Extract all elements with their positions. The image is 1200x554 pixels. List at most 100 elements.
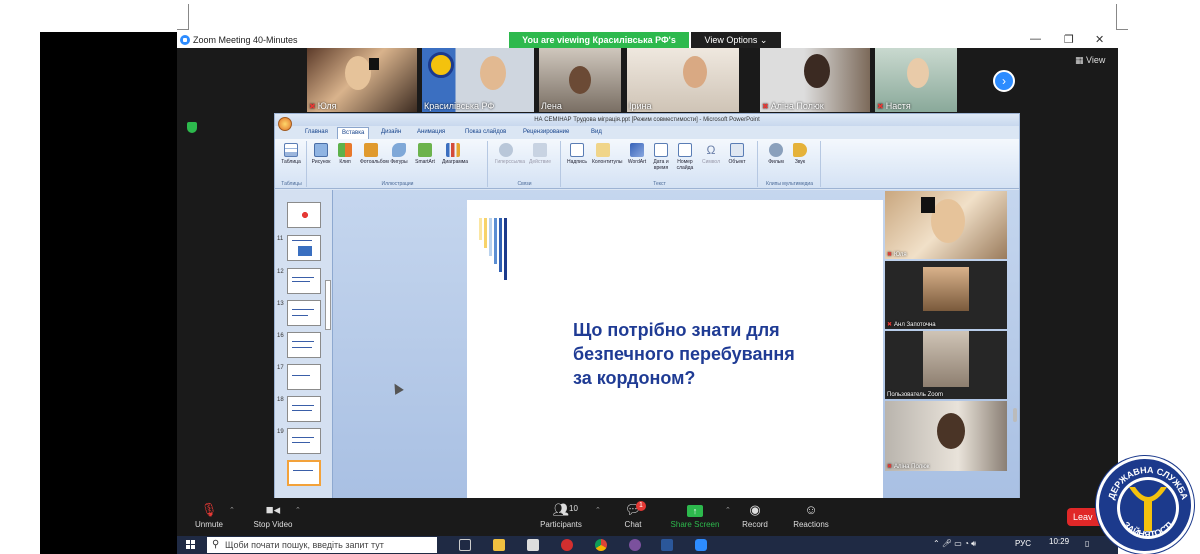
action-button[interactable]: Действие xyxy=(529,143,551,165)
office-button-icon[interactable] xyxy=(278,117,292,131)
chrome-icon[interactable] xyxy=(595,539,607,551)
chat-bubble-icon: 💬︎ xyxy=(624,502,642,517)
shapes-button[interactable]: Фигуры xyxy=(388,143,410,165)
minimize-icon[interactable]: — xyxy=(1030,33,1041,45)
clip-button[interactable]: Клип xyxy=(334,143,356,165)
participant-photo xyxy=(923,267,969,311)
zoom-app-icon[interactable] xyxy=(695,539,707,551)
share-screen-button[interactable]: ↑ Share Screen xyxy=(665,503,725,529)
viber-icon[interactable] xyxy=(629,539,641,551)
speaker-icon xyxy=(793,143,807,157)
chat-button[interactable]: 💬︎ 1 Chat xyxy=(603,501,663,529)
record-button[interactable]: ◉ Record xyxy=(725,503,785,530)
smiley-icon: ☺ xyxy=(804,502,818,517)
participant-name: Аліна Полюк xyxy=(770,101,824,111)
sound-button[interactable]: Звук xyxy=(789,143,811,165)
participant-tile[interactable]: Красилівська РФ xyxy=(422,48,534,112)
slides-pane-scrollbar[interactable] xyxy=(325,280,331,330)
header-footer-button[interactable]: Колонтитулы xyxy=(592,143,622,165)
reactions-button[interactable]: ☺ Reactions xyxy=(781,502,841,530)
table-button[interactable]: Таблица xyxy=(280,143,302,165)
tab-design[interactable]: Дизайн xyxy=(381,129,401,135)
textbox-button[interactable]: Надпись xyxy=(566,143,588,165)
tab-view[interactable]: Вид xyxy=(591,129,602,135)
participant-face xyxy=(345,56,371,90)
wordart-button[interactable]: WordArt xyxy=(626,143,648,165)
file-explorer-icon[interactable] xyxy=(493,539,505,551)
slide-thumbnail[interactable]: 17 xyxy=(277,364,321,390)
input-language[interactable]: РУС xyxy=(1015,539,1031,548)
object-button[interactable]: Объект xyxy=(726,143,748,165)
notifications-icon[interactable]: ▯ xyxy=(1085,539,1089,548)
current-slide[interactable]: Що потрібно знати для безпечного перебув… xyxy=(467,200,883,498)
photo-album-button[interactable]: Фотоальбом xyxy=(360,143,389,165)
window-title: Zoom Meeting 40-Minutes xyxy=(193,35,298,45)
tray-icons[interactable]: ⌃ 🎤︎ ▭ ◔ 🔊︎ xyxy=(933,539,976,549)
gallery-tile[interactable]: ✖ Юля xyxy=(885,191,1007,259)
next-page-arrow-icon[interactable]: › xyxy=(993,70,1015,92)
date-time-button[interactable]: Дата и время xyxy=(650,143,672,171)
clipart-icon xyxy=(338,143,352,157)
participant-face xyxy=(480,56,506,90)
zoom-titlebar: Zoom Meeting 40-Minutes You are viewing … xyxy=(177,32,1118,61)
header-footer-icon xyxy=(596,143,610,157)
view-options-label: View Options xyxy=(704,35,758,45)
zoom-meeting-area: ▦ View ✖Юля Красилівська РФ Лена Ірина xyxy=(177,48,1118,500)
slide-thumbnail[interactable]: 13 xyxy=(277,300,321,326)
video-options-caret-icon[interactable]: ⌃ xyxy=(295,506,301,514)
symbol-button[interactable]: Ω Символ xyxy=(700,143,722,165)
slide-thumbnail[interactable]: 12 xyxy=(277,268,321,294)
shapes-icon xyxy=(392,143,406,157)
gallery-tile[interactable]: ✖ Аліна Полюк xyxy=(885,401,1007,471)
gallery-tile[interactable]: Пользователь Zoom xyxy=(885,331,1007,399)
picture-icon xyxy=(314,143,328,157)
participant-tile[interactable]: Лена xyxy=(539,48,621,112)
task-view-icon[interactable] xyxy=(459,539,471,551)
hyperlink-button[interactable]: Гиперссылка xyxy=(495,143,525,165)
participants-caret-icon[interactable]: ⌃ xyxy=(595,506,601,514)
windows-start-icon[interactable] xyxy=(186,540,196,550)
restore-icon[interactable]: ❐ xyxy=(1064,33,1074,46)
stop-video-button[interactable]: ■◂ Stop Video xyxy=(243,503,303,530)
gallery-tile[interactable]: ✖ Анл Запоточна xyxy=(885,261,1007,329)
slide-thumbnail[interactable]: 18 xyxy=(277,396,321,422)
smartart-button[interactable]: SmartArt xyxy=(414,143,436,165)
muted-mic-icon: ✖ xyxy=(887,322,893,328)
participant-name: Настя xyxy=(885,101,911,111)
view-options-button[interactable]: View Options ⌄ xyxy=(691,32,781,48)
participant-tile[interactable]: ✖ Аліна Полюк xyxy=(760,48,870,112)
slide-thumbnail[interactable] xyxy=(287,202,321,228)
participant-face xyxy=(931,199,965,243)
picture-button[interactable]: Рисунок xyxy=(310,143,332,165)
taskbar-search-input[interactable]: Щоби почати пошук, введіть запит тут xyxy=(207,537,437,553)
slide-thumbnail[interactable]: 11 xyxy=(277,235,321,261)
tab-review[interactable]: Рецензирование xyxy=(523,129,569,135)
chart-button[interactable]: Диаграмма xyxy=(442,143,468,165)
tab-home[interactable]: Главная xyxy=(305,129,328,135)
word-icon[interactable] xyxy=(661,539,673,551)
slide-thumbnail[interactable]: 16 xyxy=(277,332,321,358)
gallery-scrollbar[interactable] xyxy=(1013,408,1017,422)
store-icon[interactable] xyxy=(527,539,539,551)
participant-tile[interactable]: ✖ Юля xyxy=(307,48,417,112)
tab-animation[interactable]: Анимация xyxy=(417,129,445,135)
slide-thumbnail[interactable]: 19 xyxy=(277,428,321,454)
participants-button[interactable]: 👥︎ 10 Participants xyxy=(531,503,591,530)
slide-thumbnail-selected[interactable] xyxy=(287,460,321,486)
participant-tile[interactable]: Ірина xyxy=(627,48,739,112)
opera-icon[interactable] xyxy=(561,539,573,551)
close-icon[interactable]: ✕ xyxy=(1095,33,1104,46)
slide-number-button[interactable]: Номер слайда xyxy=(674,143,696,171)
clock-time[interactable]: 10:29 xyxy=(1049,537,1069,546)
view-button[interactable]: ▦ View xyxy=(1075,55,1105,66)
movie-button[interactable]: Фильм xyxy=(765,143,787,165)
tab-insert[interactable]: Вставка xyxy=(337,127,370,139)
state-employment-service-seal: ДЕРЖАВНА СЛУЖБА ЗАЙНЯТОСТІ xyxy=(1096,456,1194,554)
encryption-shield-icon[interactable] xyxy=(187,122,197,133)
participant-tile[interactable]: ✖ Настя xyxy=(875,48,957,112)
tab-slideshow[interactable]: Показ слайдов xyxy=(465,129,506,135)
audio-options-caret-icon[interactable]: ⌃ xyxy=(229,506,235,514)
textbox-icon xyxy=(570,143,584,157)
muted-mic-icon: ✖ xyxy=(887,252,893,258)
ribbon-group-illustrations: Рисунок Клип Фотоальбом Фигуры SmartArt … xyxy=(308,141,488,187)
